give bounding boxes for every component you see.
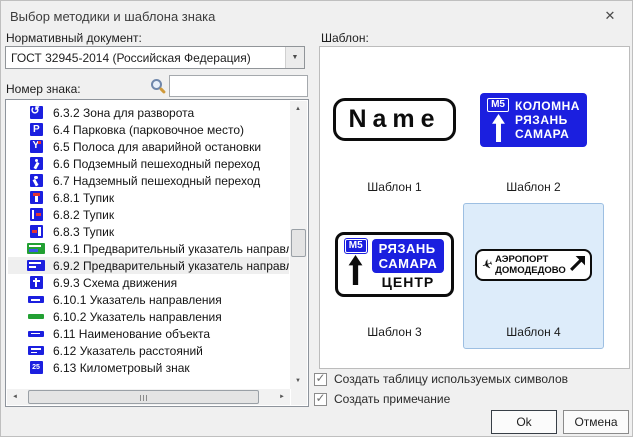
parking-icon	[30, 123, 43, 136]
direction-sign-green-icon	[28, 314, 44, 319]
advance-sign-blue-icon	[27, 260, 45, 271]
normative-document-combobox[interactable]: ГОСТ 32945-2014 (Российская Федерация) ▼	[5, 46, 305, 69]
list-item-label: 6.7 Надземный пешеходный переход	[53, 174, 260, 188]
list-item-label: 6.12 Указатель расстояний	[53, 344, 203, 358]
normative-document-value: ГОСТ 32945-2014 (Российская Федерация)	[6, 51, 285, 65]
vertical-scrollbar-thumb[interactable]	[291, 229, 306, 257]
checkbox-create-note[interactable]: ✓	[314, 393, 327, 406]
close-icon[interactable]: ✕	[601, 7, 619, 25]
template-group-label: Шаблон:	[321, 31, 369, 45]
scroll-down-icon[interactable]: ▼	[290, 373, 306, 389]
check-icon: ✓	[316, 391, 326, 405]
cancel-button[interactable]: Отмена	[563, 410, 629, 434]
template-caption: Шаблон 4	[506, 325, 560, 339]
list-item[interactable]: 6.9.3 Схема движения	[8, 274, 289, 291]
list-item[interactable]: 6.8.2 Тупик	[8, 206, 289, 223]
scroll-right-icon[interactable]: ►	[274, 389, 290, 405]
list-item-label: 6.9.2 Предварительный указатель направле…	[53, 259, 289, 273]
template-caption: Шаблон 2	[506, 180, 560, 194]
list-item[interactable]: 6.8.1 Тупик	[8, 189, 289, 206]
vertical-scrollbar[interactable]: ▲ ▼	[290, 101, 307, 389]
template-cell-1[interactable]: Name Шаблон 1	[324, 58, 465, 204]
list-item[interactable]: 6.8.3 Тупик	[8, 223, 289, 240]
up-arrow-icon	[492, 114, 505, 142]
list-item[interactable]: 6.6 Подземный пешеходный переход	[8, 155, 289, 172]
object-name-icon	[28, 331, 44, 337]
list-item-label: 6.9.3 Схема движения	[53, 276, 177, 290]
route-scheme-icon	[30, 276, 43, 289]
blue-direction-sign-preview: М5 КОЛОМНА РЯЗАНЬ САМАРА	[480, 93, 587, 147]
deadend-t-icon	[30, 191, 43, 204]
list-item-label: 6.10.2 Указатель направления	[53, 310, 222, 324]
list-item-label: 6.9.1 Предварительный указатель направле…	[53, 242, 289, 256]
sign-template-dialog: Выбор методики и шаблона знака ✕ Нормати…	[0, 0, 633, 437]
uturn-zone-icon	[30, 106, 43, 119]
chevron-down-icon[interactable]: ▼	[285, 47, 304, 68]
distance-sign-icon	[28, 346, 44, 355]
list-item[interactable]: 6.3.2 Зона для разворота	[8, 104, 289, 121]
airplane-icon: ✈	[480, 255, 495, 274]
route-badge: М5	[487, 98, 509, 112]
list-item[interactable]: 6.5 Полоса для аварийной остановки	[8, 138, 289, 155]
sign-list-rows: 6.3.2 Зона для разворота 6.4 Парковка (п…	[8, 102, 289, 388]
emergency-lane-icon	[30, 140, 43, 153]
kilometer-sign-icon: 25	[30, 361, 43, 374]
underpass-icon	[30, 157, 43, 170]
list-item-label: 6.6 Подземный пешеходный переход	[53, 157, 260, 171]
list-item-label: 6.3.2 Зона для разворота	[53, 106, 194, 120]
overpass-icon	[30, 174, 43, 187]
list-item[interactable]: 6.4 Парковка (парковочное место)	[8, 121, 289, 138]
list-item[interactable]: 6.9.2 Предварительный указатель направле…	[8, 257, 289, 274]
deadend-left-icon	[30, 225, 43, 238]
up-arrow-icon	[348, 255, 363, 285]
list-item-label: 6.8.2 Тупик	[53, 208, 114, 222]
sign-search-input[interactable]	[169, 75, 308, 97]
create-note-option[interactable]: ✓ Создать примечание	[314, 392, 450, 406]
list-item-label: 6.10.1 Указатель направления	[53, 293, 222, 307]
scrollbar-corner	[291, 389, 307, 405]
list-item[interactable]: 6.11 Наименование объекта	[8, 325, 289, 342]
ok-button[interactable]: Ok	[491, 410, 557, 434]
list-item[interactable]: 6.7 Надземный пешеходный переход	[8, 172, 289, 189]
list-item[interactable]: 6.9.1 Предварительный указатель направле…	[8, 240, 289, 257]
list-item-label: 6.8.1 Тупик	[53, 191, 114, 205]
list-item[interactable]: 6.12 Указатель расстояний	[8, 342, 289, 359]
list-item-label: 6.5 Полоса для аварийной остановки	[53, 140, 261, 154]
deadend-right-icon	[30, 208, 43, 221]
template-cell-3[interactable]: М5 РЯЗАНЬ САМАРА ЦЕНТР Шаблон 3	[324, 203, 465, 349]
normative-document-label: Нормативный документ:	[6, 31, 142, 45]
template-caption: Шаблон 1	[367, 180, 421, 194]
search-icon	[151, 79, 162, 90]
white-direction-sign-preview: М5 РЯЗАНЬ САМАРА ЦЕНТР	[335, 232, 455, 297]
airport-sign-preview: ✈ АЭРОПОРТ ДОМОДЕДОВО	[475, 249, 592, 281]
list-item[interactable]: 25 6.13 Километровый знак	[8, 359, 289, 376]
sign-list: 6.3.2 Зона для разворота 6.4 Парковка (п…	[5, 99, 309, 407]
list-item-label: 6.8.3 Тупик	[53, 225, 114, 239]
dialog-title: Выбор методики и шаблона знака	[10, 9, 215, 24]
list-item-label: 6.4 Парковка (парковочное место)	[53, 123, 244, 137]
blue-panel: РЯЗАНЬ САМАРА	[372, 239, 445, 273]
list-item-label: 6.11 Наименование объекта	[53, 327, 210, 341]
checkbox-create-symbol-table[interactable]: ✓	[314, 373, 327, 386]
horizontal-scrollbar-thumb[interactable]	[28, 390, 259, 404]
template-cell-2[interactable]: М5 КОЛОМНА РЯЗАНЬ САМАРА Шаблон 2	[463, 58, 604, 204]
template-cell-4[interactable]: ✈ АЭРОПОРТ ДОМОДЕДОВО Шаблон 4	[463, 203, 604, 349]
route-badge: М5	[345, 239, 367, 253]
sign-number-label: Номер знака:	[6, 82, 81, 96]
list-item[interactable]: 6.10.1 Указатель направления	[8, 291, 289, 308]
scroll-up-icon[interactable]: ▲	[290, 101, 306, 117]
create-symbol-table-option[interactable]: ✓ Создать таблицу используемых символов	[314, 372, 568, 386]
template-group: Name Шаблон 1 М5 КОЛОМНА РЯЗАНЬ	[319, 46, 630, 369]
advance-sign-green-icon	[27, 243, 45, 254]
name-plate-sign-preview: Name	[333, 98, 455, 141]
diagonal-arrow-icon	[568, 256, 585, 273]
scroll-left-icon[interactable]: ◄	[7, 389, 23, 405]
horizontal-scrollbar[interactable]: ◄ ►	[7, 389, 290, 405]
direction-sign-blue-icon	[28, 296, 44, 303]
check-icon: ✓	[316, 371, 326, 385]
list-item[interactable]: 6.10.2 Указатель направления	[8, 308, 289, 325]
list-item-label: 6.13 Километровый знак	[53, 361, 190, 375]
template-caption: Шаблон 3	[367, 325, 421, 339]
